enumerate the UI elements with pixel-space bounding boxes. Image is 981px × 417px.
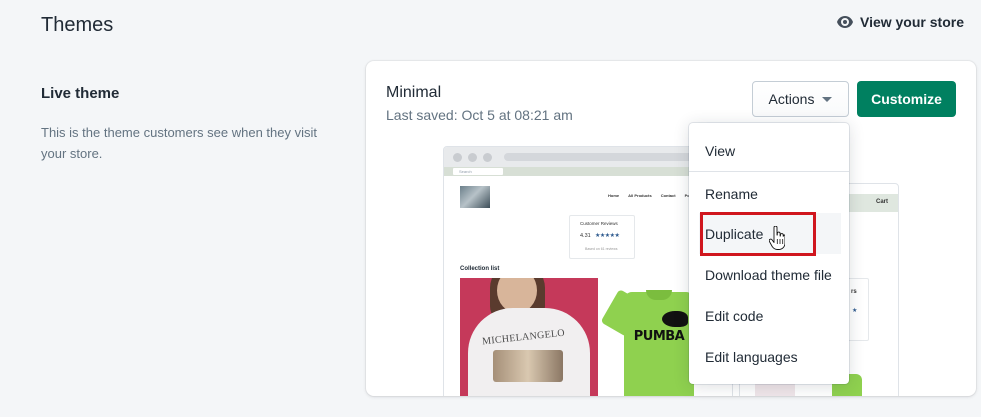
menu-item-edit-code[interactable]: Edit code xyxy=(689,295,849,336)
preview-side-text: rs xyxy=(851,289,857,295)
preview-collection-title: Collection list xyxy=(460,266,500,272)
actions-button[interactable]: Actions xyxy=(752,81,849,117)
preview-collection-image: MICHELANGELO xyxy=(460,278,598,396)
preview-reviews-widget: Customer Reviews 4.31 ★★★★★ Based on 61 … xyxy=(569,215,635,259)
preview-cart-label: Cart xyxy=(875,199,888,205)
preview-shirt-text: MICHELANGELO xyxy=(481,327,566,348)
browser-dot xyxy=(483,152,492,162)
preview-reviews-stars: ★★★★★ xyxy=(595,233,620,239)
browser-urlbar xyxy=(504,153,694,161)
preview-nav: Home All Products Contact Pol xyxy=(608,193,691,198)
tshirt-body xyxy=(624,292,694,396)
preview-nav-item: Home xyxy=(608,193,620,198)
eye-icon xyxy=(836,16,853,28)
preview-reviews-count: Based on 61 reviews xyxy=(585,247,618,251)
view-store-link[interactable]: View your store xyxy=(836,14,964,30)
tshirt-print-graphic xyxy=(662,311,688,327)
preview-logo xyxy=(460,186,490,208)
page-title: Themes xyxy=(41,14,114,36)
menu-item-edit-languages[interactable]: Edit languages xyxy=(689,336,849,377)
actions-label: Actions xyxy=(768,91,815,107)
view-store-label: View your store xyxy=(859,14,964,30)
theme-name: Minimal xyxy=(386,84,442,101)
preview-image-shirt: MICHELANGELO xyxy=(468,308,590,396)
preview-search-box: Search xyxy=(453,168,503,175)
hand-cursor-icon xyxy=(768,225,786,255)
live-theme-title: Live theme xyxy=(41,85,120,102)
menu-item-rename[interactable]: Rename xyxy=(689,173,849,214)
preview-nav-item: All Products xyxy=(628,193,652,198)
browser-dot xyxy=(453,152,462,162)
menu-divider xyxy=(689,171,849,172)
preview-side-star: ★ xyxy=(852,308,858,314)
menu-item-view[interactable]: View xyxy=(689,130,849,171)
last-saved-text: Last saved: Oct 5 at 08:21 am xyxy=(386,107,573,123)
tshirt-print-text: PUMBA xyxy=(633,329,685,344)
theme-card: Minimal Last saved: Oct 5 at 08:21 am Ac… xyxy=(366,61,976,396)
browser-dot xyxy=(468,152,477,162)
customize-button[interactable]: Customize xyxy=(857,81,956,117)
menu-item-download-theme-file[interactable]: Download theme file xyxy=(689,254,849,295)
preview-reviews-score: 4.31 xyxy=(580,233,591,239)
preview-shirt-art xyxy=(493,350,563,382)
caret-down-icon xyxy=(822,96,833,102)
live-theme-description: This is the theme customers see when the… xyxy=(41,125,318,161)
preview-reviews-title: Customer Reviews xyxy=(580,221,618,226)
duplicate-highlight-box xyxy=(700,212,816,256)
preview-nav-item: Contact xyxy=(660,193,676,198)
